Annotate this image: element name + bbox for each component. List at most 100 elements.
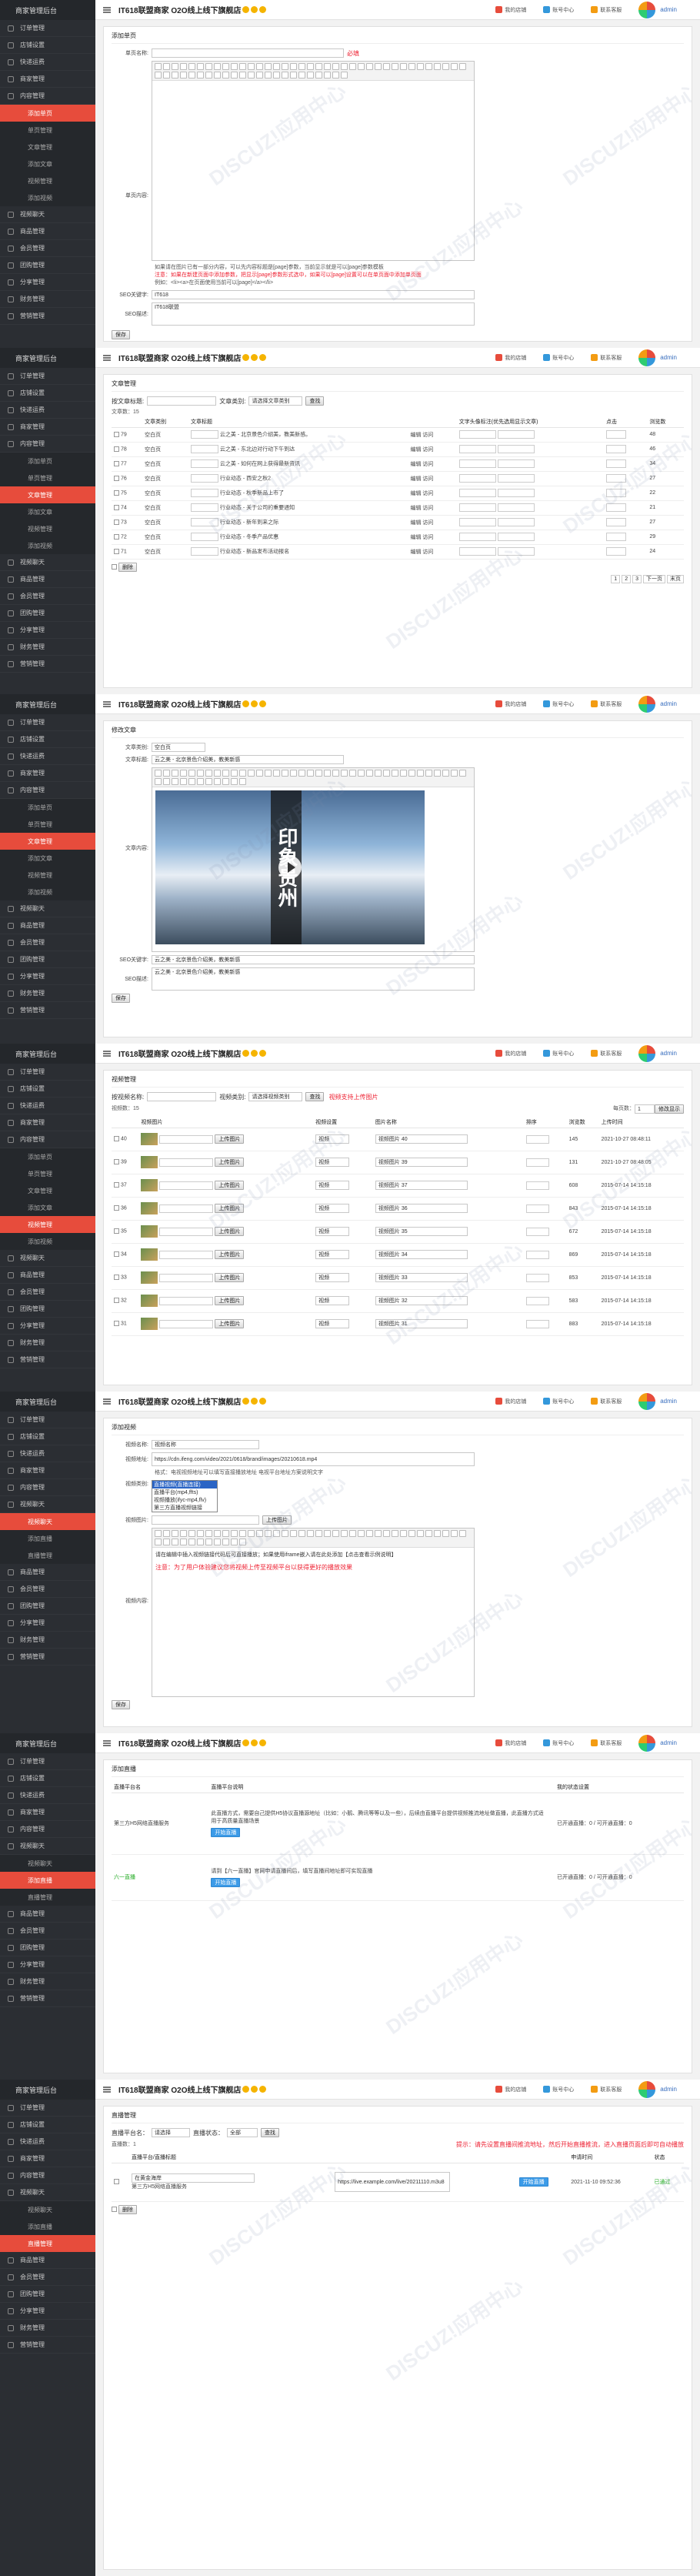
sidebar-item[interactable]: 营销管理 xyxy=(0,1002,95,1019)
account-center-link[interactable]: 账号中心 xyxy=(543,1050,574,1057)
toolbar-button-icon[interactable] xyxy=(273,63,280,70)
tag-input[interactable] xyxy=(458,445,496,453)
sidebar-subitem[interactable]: 直播管理 xyxy=(0,1889,95,1906)
row-checkbox[interactable] xyxy=(114,519,119,525)
row-checkbox[interactable] xyxy=(114,504,119,510)
sort-input[interactable] xyxy=(606,445,627,453)
sidebar-item[interactable]: 快递运费 xyxy=(0,748,95,765)
sidebar-item[interactable]: 营销管理 xyxy=(0,1649,95,1666)
toolbar-button-icon[interactable] xyxy=(315,1530,322,1537)
page-link[interactable]: 2 xyxy=(622,574,632,583)
toolbar-button-icon[interactable] xyxy=(231,778,238,785)
edit-link[interactable]: 编辑 访问 xyxy=(408,471,457,486)
toolbar-button-icon[interactable] xyxy=(434,63,441,70)
service-link[interactable]: 联系客服 xyxy=(591,700,622,708)
sort-input[interactable] xyxy=(606,533,627,541)
sidebar-item[interactable]: 订单管理 xyxy=(0,20,95,37)
my-store-link[interactable]: 我的店铺 xyxy=(495,1398,526,1405)
sidebar-subitem[interactable]: 添加文章 xyxy=(0,850,95,867)
sidebar-item[interactable]: 会员管理 xyxy=(0,1923,95,1940)
service-link[interactable]: 联系客服 xyxy=(591,1398,622,1405)
sort-input[interactable] xyxy=(525,1296,549,1305)
sidebar-item[interactable]: 订单管理 xyxy=(0,368,95,385)
toolbar-button-icon[interactable] xyxy=(265,770,272,777)
toolbar-button-icon[interactable] xyxy=(341,770,348,777)
tag-input[interactable] xyxy=(458,503,496,512)
toolbar-button-icon[interactable] xyxy=(307,72,314,79)
service-link[interactable]: 联系客服 xyxy=(591,6,622,14)
sidebar-item[interactable]: 会员管理 xyxy=(0,1581,95,1598)
edit-link[interactable]: 编辑 访问 xyxy=(408,456,457,472)
sidebar-item[interactable]: 快递运费 xyxy=(0,1445,95,1462)
toolbar-button-icon[interactable] xyxy=(172,72,178,79)
my-store-link[interactable]: 我的店铺 xyxy=(495,1739,526,1747)
avatar[interactable] xyxy=(638,695,656,713)
toolbar-button-icon[interactable] xyxy=(188,63,195,70)
toolbar-button-icon[interactable] xyxy=(383,63,390,70)
toolbar-button-icon[interactable] xyxy=(392,63,398,70)
sidebar-subitem[interactable]: 添加直播 xyxy=(0,1872,95,1889)
toolbar-button-icon[interactable] xyxy=(434,770,441,777)
toolbar-button-icon[interactable] xyxy=(188,1539,195,1545)
tag-input[interactable] xyxy=(458,489,496,497)
toolbar-button-icon[interactable] xyxy=(214,72,221,79)
content-editor[interactable]: 印象贵州 xyxy=(152,767,475,952)
sidebar-item[interactable]: 团购管理 xyxy=(0,951,95,968)
sidebar-item[interactable]: 店铺设置 xyxy=(0,1770,95,1787)
sidebar-subitem[interactable]: 视频聊天 xyxy=(0,2201,95,2218)
toolbar-button-icon[interactable] xyxy=(332,63,339,70)
cat-select[interactable] xyxy=(190,474,218,483)
toolbar-button-icon[interactable] xyxy=(256,72,263,79)
content-editor[interactable] xyxy=(152,61,475,261)
sidebar-item[interactable]: 团购管理 xyxy=(0,1301,95,1318)
toolbar-button-icon[interactable] xyxy=(197,778,204,785)
sort-input[interactable] xyxy=(525,1158,549,1167)
account-center-link[interactable]: 账号中心 xyxy=(543,1398,574,1405)
toolbar-button-icon[interactable] xyxy=(248,1530,255,1537)
tag-input[interactable] xyxy=(497,459,535,468)
my-store-link[interactable]: 我的店铺 xyxy=(495,700,526,708)
sidebar-item[interactable]: 分享管理 xyxy=(0,2303,95,2320)
sidebar-subitem[interactable]: 直播管理 xyxy=(0,1547,95,1564)
toolbar-button-icon[interactable] xyxy=(256,770,263,777)
my-store-link[interactable]: 我的店铺 xyxy=(495,2086,526,2093)
tag-input[interactable] xyxy=(458,518,496,526)
search-button[interactable]: 查找 xyxy=(305,396,325,406)
row-checkbox[interactable] xyxy=(114,489,119,496)
sidebar-item[interactable]: 店铺设置 xyxy=(0,1081,95,1098)
title-input[interactable]: 云之美 - 北京景色介绍美，教美新感 xyxy=(152,755,344,764)
toolbar-button-icon[interactable] xyxy=(392,770,398,777)
sidebar-item[interactable]: 商品管理 xyxy=(0,1267,95,1284)
upload-button[interactable]: 上传图片 xyxy=(215,1272,245,1282)
dropdown-option[interactable]: 视频播放(ifyc-mp4,flv) xyxy=(152,1496,217,1504)
type-select[interactable]: 请选择文章类别 xyxy=(248,396,303,406)
sidebar-item[interactable]: 财务管理 xyxy=(0,291,95,308)
toolbar-button-icon[interactable] xyxy=(155,63,162,70)
upload-button[interactable]: 上传图片 xyxy=(215,1226,245,1236)
row-checkbox[interactable] xyxy=(114,533,119,540)
toolbar-button-icon[interactable] xyxy=(155,1539,162,1545)
admin-name[interactable]: admin xyxy=(660,6,677,13)
toolbar-button-icon[interactable] xyxy=(315,72,322,79)
sidebar-item[interactable]: 财务管理 xyxy=(0,1335,95,1351)
sidebar-subitem[interactable]: 直播管理 xyxy=(0,2235,95,2252)
toolbar-button-icon[interactable] xyxy=(375,1530,382,1537)
edit-link[interactable]: 编辑 访问 xyxy=(408,442,457,457)
image-name-input[interactable]: 视频图片 32 xyxy=(375,1296,468,1305)
toolbar-button-icon[interactable] xyxy=(188,770,195,777)
video-url-input[interactable]: https://cdn.ifeng.com/video/2021/0618/br… xyxy=(152,1452,475,1466)
toolbar-button-icon[interactable] xyxy=(197,63,204,70)
sort-input[interactable] xyxy=(525,1250,549,1259)
row-checkbox[interactable] xyxy=(114,1136,119,1142)
toolbar-button-icon[interactable] xyxy=(290,1530,297,1537)
platform-select[interactable]: 请选择 xyxy=(152,2128,190,2137)
sidebar-item[interactable]: 视频聊天 xyxy=(0,900,95,917)
toolbar-button-icon[interactable] xyxy=(282,770,288,777)
delete-button[interactable]: 删除 xyxy=(118,562,137,572)
live-title-input[interactable]: 在黄金海岸 xyxy=(132,2173,255,2183)
edit-link[interactable]: 编辑 访问 xyxy=(408,427,457,443)
toolbar-button-icon[interactable] xyxy=(349,770,356,777)
toolbar-button-icon[interactable] xyxy=(459,770,466,777)
my-store-link[interactable]: 我的店铺 xyxy=(495,354,526,362)
sort-input[interactable] xyxy=(606,518,627,526)
